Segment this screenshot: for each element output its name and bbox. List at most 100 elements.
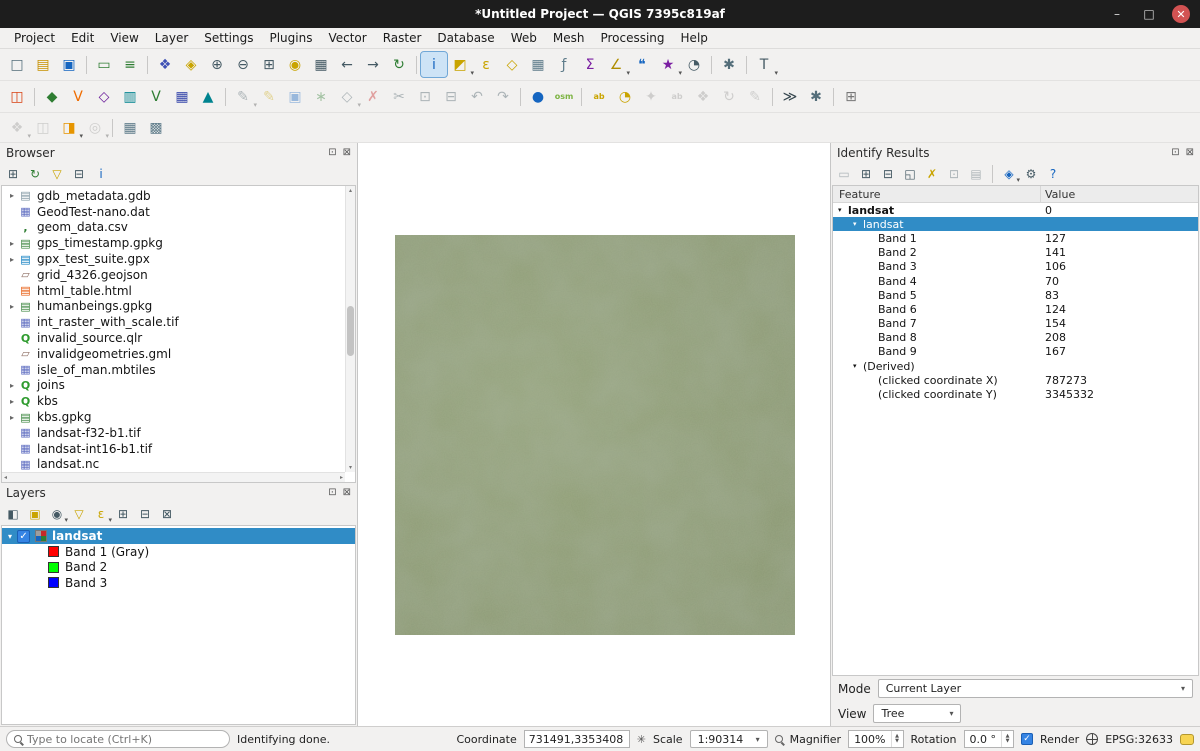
identify-settings-icon[interactable]: ⚙ — [1021, 164, 1041, 184]
deselect-features-icon[interactable]: ◇ — [499, 52, 525, 77]
pin-labels-icon[interactable]: ✦ — [638, 84, 664, 109]
toolbar-button[interactable] — [577, 84, 586, 109]
expand-new-results-icon[interactable]: ◱ — [900, 164, 920, 184]
spinbox-arrows-icon[interactable]: ▲▼ — [891, 731, 903, 747]
identify-result-row[interactable]: ▾(Derived) — [833, 359, 1198, 373]
identify-result-row[interactable]: ▾Band 4 70 — [833, 274, 1198, 288]
pan-to-selection-icon[interactable]: ◈ — [178, 52, 204, 77]
new-virtual-layer-icon[interactable]: ▥ — [117, 84, 143, 109]
menu-item[interactable]: Settings — [196, 29, 261, 47]
view-combobox[interactable]: Tree — [873, 704, 961, 723]
layer-band-item[interactable]: Band 2 — [2, 560, 355, 576]
horizontal-scrollbar[interactable]: ◂▸ — [2, 472, 345, 482]
map-canvas[interactable] — [358, 143, 830, 726]
minimize-icon[interactable]: – — [1108, 5, 1126, 23]
refresh-map-icon[interactable]: ↻ — [386, 52, 412, 77]
paste-style-icon[interactable]: ◨ — [56, 115, 82, 140]
browser-item[interactable]: ▸ Q kbs — [2, 393, 345, 409]
add-layout-icon[interactable]: ⊞ — [838, 84, 864, 109]
browser-item[interactable]: ▸ ▦ int_raster_with_scale.tif — [2, 314, 345, 330]
new-print-layout-icon[interactable]: ▭ — [91, 52, 117, 77]
save-layer-edits-icon[interactable]: ▣ — [282, 84, 308, 109]
new-shapefile-layer-icon[interactable]: V — [65, 84, 91, 109]
toolbar-button[interactable] — [742, 52, 751, 77]
identify-result-row[interactable]: ▾Band 3 106 — [833, 260, 1198, 274]
browser-item[interactable]: ▸ ▤ gdb_metadata.gdb — [2, 188, 345, 204]
collapse-tree-icon[interactable]: ⊟ — [878, 164, 898, 184]
processing-toolbox-icon[interactable]: ✱ — [716, 52, 742, 77]
identify-mode-icon[interactable]: ◈ — [999, 164, 1019, 184]
filter-browser-icon[interactable]: ▽ — [47, 164, 67, 184]
copy-result-icon[interactable]: ⊡ — [944, 164, 964, 184]
browser-item[interactable]: ▸ ▱ invalidgeometries.gml — [2, 346, 345, 362]
identify-result-row[interactable]: ▾Band 5 83 — [833, 288, 1198, 302]
zoom-to-selection-icon[interactable]: ◉ — [282, 52, 308, 77]
identify-help-icon[interactable]: ? — [1043, 164, 1063, 184]
zoom-out-icon[interactable]: ⊖ — [230, 52, 256, 77]
toggle-editing-icon[interactable]: ✎ — [256, 84, 282, 109]
menu-item[interactable]: Database — [429, 29, 502, 47]
identify-result-row[interactable]: ▾Band 6 124 — [833, 302, 1198, 316]
expand-arrow-icon[interactable]: ▸ — [6, 239, 18, 248]
field-calculator-icon[interactable]: ƒ — [551, 52, 577, 77]
identify-result-row[interactable]: ▾(clicked coordinate Y) 3345332 — [833, 387, 1198, 401]
show-layout-manager-icon[interactable]: ≡ — [117, 52, 143, 77]
layer-visibility-checkbox[interactable]: ✓ — [17, 530, 30, 543]
close-panel-icon[interactable]: ⊠ — [1186, 147, 1194, 158]
undock-panel-icon[interactable]: ⊡ — [1171, 147, 1179, 158]
identify-result-row[interactable]: ▾landsat 0 — [833, 203, 1198, 217]
menu-item[interactable]: Plugins — [261, 29, 320, 47]
browser-properties-icon[interactable]: i — [91, 164, 111, 184]
new-bookmark-icon[interactable]: ★ — [655, 52, 681, 77]
browser-item[interactable]: ▸ ▦ GeodTest-nano.dat — [2, 204, 345, 220]
filter-legend-icon[interactable]: ▽ — [69, 504, 89, 524]
toolbar-button[interactable] — [143, 52, 152, 77]
browser-item[interactable]: ▸ Q joins — [2, 378, 345, 394]
python-console-icon[interactable]: ≫ — [777, 84, 803, 109]
paste-features-icon[interactable]: ⊟ — [438, 84, 464, 109]
identify-features-icon[interactable]: i — [421, 52, 447, 77]
expand-arrow-icon[interactable]: ▸ — [6, 302, 18, 311]
collapse-all-layers-icon[interactable]: ⊟ — [135, 504, 155, 524]
messages-icon[interactable] — [1180, 734, 1194, 745]
value-column-header[interactable]: Value — [1041, 186, 1198, 202]
toolbar-button[interactable] — [221, 84, 230, 109]
expand-arrow-icon[interactable]: ▾ — [853, 220, 863, 228]
browser-item[interactable]: ▸ , geom_data.csv — [2, 220, 345, 236]
close-icon[interactable]: ✕ — [1172, 5, 1190, 23]
magnifier-spinbox[interactable]: 100% ▲▼ — [848, 730, 903, 748]
browser-item[interactable]: ▸ ▤ html_table.html — [2, 283, 345, 299]
menu-item[interactable]: Mesh — [545, 29, 593, 47]
expand-arrow-icon[interactable]: ▾ — [853, 362, 863, 370]
vertical-scrollbar[interactable]: ▴▾ — [345, 186, 355, 472]
extent-icon[interactable]: ✳ — [637, 733, 646, 746]
pan-map-icon[interactable]: ❖ — [152, 52, 178, 77]
toolbar-button[interactable] — [516, 84, 525, 109]
toolbar-button[interactable] — [412, 52, 421, 77]
identify-result-row[interactable]: ▾landsat — [833, 217, 1198, 231]
collapse-arrow-icon[interactable]: ▾ — [8, 532, 12, 541]
rotate-label-icon[interactable]: ↻ — [716, 84, 742, 109]
identify-result-row[interactable]: ▾Band 2 141 — [833, 246, 1198, 260]
clear-results-icon[interactable]: ✗ — [922, 164, 942, 184]
locator-search[interactable] — [6, 730, 230, 748]
temporal-controller-icon[interactable]: ◔ — [681, 52, 707, 77]
zoom-to-layer-icon[interactable]: ▦ — [308, 52, 334, 77]
close-panel-icon[interactable]: ⊠ — [343, 487, 351, 498]
expand-arrow-icon[interactable]: ▸ — [6, 397, 18, 406]
toolbar-button[interactable] — [108, 115, 117, 140]
mode-combobox[interactable]: Current Layer — [878, 679, 1193, 698]
menu-item[interactable]: Layer — [147, 29, 196, 47]
project-save-icon[interactable]: ▣ — [56, 52, 82, 77]
add-raster-layer-icon[interactable]: ▦ — [169, 84, 195, 109]
plugin-manager-icon[interactable]: ✱ — [803, 84, 829, 109]
feature-column-header[interactable]: Feature — [833, 186, 1041, 202]
add-selected-layers-icon[interactable]: ⊞ — [3, 164, 23, 184]
toolbar-button[interactable] — [82, 52, 91, 77]
move-label-icon[interactable]: ❖ — [690, 84, 716, 109]
browser-item[interactable]: ▸ ▤ gps_timestamp.gpkg — [2, 235, 345, 251]
vertex-tool-icon[interactable]: ◇ — [334, 84, 360, 109]
identify-form-icon[interactable]: ▭ — [834, 164, 854, 184]
identify-result-row[interactable]: ▾Band 9 167 — [833, 345, 1198, 359]
attributes-grid-icon[interactable]: ▦ — [117, 115, 143, 140]
